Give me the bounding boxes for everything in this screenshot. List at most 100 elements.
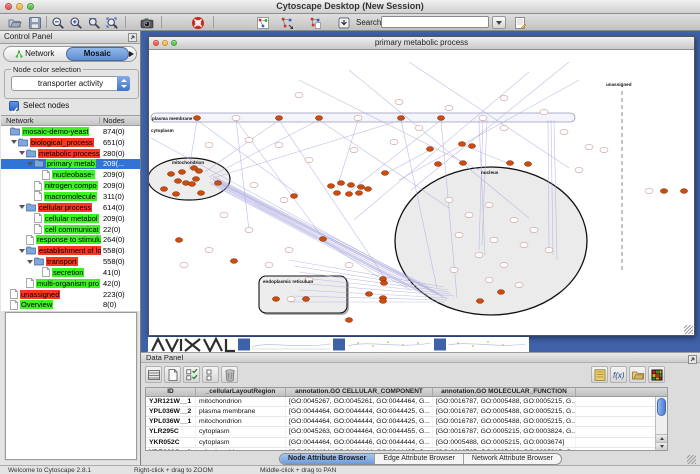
node-selected-orange[interactable] bbox=[214, 181, 221, 186]
tree-row-establishment-of-lo[interactable]: establishment of lo558(0) bbox=[1, 245, 140, 256]
table-row-ydr039c-1[interactable]: YDR039C__1mitochondrion[GO:0044464, GO:0… bbox=[146, 448, 655, 450]
node-selected-orange[interactable] bbox=[365, 292, 372, 297]
node-selected-orange[interactable] bbox=[290, 194, 297, 199]
node[interactable] bbox=[305, 157, 313, 162]
node[interactable] bbox=[390, 139, 398, 144]
tab-edge-attribute-browser[interactable]: Edge Attribute Browser bbox=[375, 454, 464, 464]
node[interactable] bbox=[275, 142, 283, 147]
tab-network-attribute-browser[interactable]: Network Attribute Browser bbox=[464, 454, 561, 464]
column-header-id[interactable]: ID bbox=[146, 388, 196, 396]
node-selected-orange[interactable] bbox=[345, 318, 352, 323]
node-selected-orange[interactable] bbox=[167, 172, 174, 177]
tree-row-metabolic-process[interactable]: metabolic process280(0) bbox=[1, 148, 140, 159]
birds-eye-view[interactable] bbox=[5, 312, 137, 460]
node[interactable] bbox=[220, 212, 228, 217]
table-row-ykr052c[interactable]: YKR052Ccytoplasm[GO:0044464, GO:0044446,… bbox=[146, 438, 655, 448]
node-color-dropdown[interactable]: transporter activity bbox=[11, 76, 130, 91]
tab-network[interactable]: Network bbox=[4, 47, 66, 61]
node-selected-orange[interactable] bbox=[434, 162, 441, 167]
node-selected-orange[interactable] bbox=[459, 161, 466, 166]
formula-builder-button[interactable]: f(x) bbox=[610, 366, 627, 383]
annotation-button[interactable] bbox=[512, 15, 528, 30]
column-header-cellularlayoutregion[interactable]: _cellularLayoutRegion bbox=[196, 388, 286, 396]
node-selected-orange[interactable] bbox=[379, 299, 386, 304]
zoom-fit-button[interactable] bbox=[104, 15, 120, 30]
tab-mosaic[interactable]: Mosaic bbox=[66, 47, 130, 61]
tab-node-attribute-browser[interactable]: Node Attribute Browser bbox=[280, 454, 375, 464]
node[interactable] bbox=[445, 197, 453, 202]
table-row-ylr295c[interactable]: YLR295Ccytoplasm[GO:0045263, GO:0044464,… bbox=[146, 427, 655, 437]
node[interactable] bbox=[515, 282, 523, 287]
frame-zoom-button[interactable] bbox=[171, 40, 177, 46]
node[interactable] bbox=[280, 197, 288, 202]
node[interactable] bbox=[500, 95, 508, 100]
tree-row-unassigned[interactable]: unassigned223(0) bbox=[1, 289, 140, 300]
vizmapper-button[interactable] bbox=[255, 15, 271, 30]
tree-row-macromolecule[interactable]: macromolecule311(0) bbox=[1, 191, 140, 202]
node-selected-orange[interactable] bbox=[381, 171, 388, 176]
zoom-window-button[interactable] bbox=[27, 3, 34, 10]
node[interactable] bbox=[575, 167, 583, 172]
node[interactable] bbox=[520, 242, 528, 247]
node-selected-orange[interactable] bbox=[347, 183, 354, 188]
node-selected-orange[interactable] bbox=[230, 259, 237, 264]
node-selected-orange[interactable] bbox=[476, 299, 483, 304]
disclosure-triangle-icon[interactable] bbox=[11, 140, 17, 144]
node-selected-orange[interactable] bbox=[188, 182, 195, 187]
node[interactable] bbox=[500, 125, 508, 130]
node[interactable] bbox=[560, 129, 568, 134]
node-selected-orange[interactable] bbox=[468, 144, 475, 149]
node[interactable] bbox=[395, 99, 403, 104]
column-network[interactable]: Network bbox=[1, 116, 34, 125]
node[interactable] bbox=[490, 237, 498, 242]
node[interactable] bbox=[455, 232, 463, 237]
node[interactable] bbox=[545, 247, 553, 252]
node-selected-orange[interactable] bbox=[174, 179, 181, 184]
tree-row-secretion[interactable]: secretion41(0) bbox=[1, 267, 140, 278]
node-selected-orange[interactable] bbox=[426, 147, 433, 152]
node-selected-orange[interactable] bbox=[357, 185, 364, 190]
modify-network-button[interactable] bbox=[279, 15, 295, 30]
column-header-annotation-go-cellular-component[interactable]: annotation.GO CELLULAR_COMPONENT bbox=[286, 388, 433, 396]
node[interactable] bbox=[287, 296, 295, 301]
snapshot-button[interactable] bbox=[139, 15, 155, 30]
attribute-table-button[interactable] bbox=[145, 366, 162, 383]
search-input[interactable] bbox=[381, 16, 489, 28]
minimize-button[interactable] bbox=[16, 3, 23, 10]
column-divider[interactable] bbox=[99, 117, 100, 124]
node-selected-orange[interactable] bbox=[160, 187, 167, 192]
node-selected-orange[interactable] bbox=[506, 161, 513, 166]
tree-row-cellular-metabol[interactable]: cellular metabol209(0) bbox=[1, 213, 140, 224]
open-attribute-file-button[interactable] bbox=[629, 366, 646, 383]
save-session-button[interactable] bbox=[27, 15, 43, 30]
matrix-view-button[interactable] bbox=[648, 366, 665, 383]
tab-overflow-arrow[interactable] bbox=[129, 51, 134, 57]
node-selected-orange[interactable] bbox=[355, 191, 362, 196]
import-attributes-button[interactable] bbox=[591, 366, 608, 383]
node-selected-orange[interactable] bbox=[272, 297, 279, 302]
node[interactable] bbox=[295, 92, 303, 97]
node[interactable] bbox=[245, 137, 253, 142]
open-network-button[interactable] bbox=[7, 15, 23, 30]
node[interactable] bbox=[265, 262, 273, 267]
node-selected-orange[interactable] bbox=[364, 187, 371, 192]
frame-close-button[interactable] bbox=[153, 40, 159, 46]
close-button[interactable] bbox=[5, 3, 12, 10]
node[interactable] bbox=[232, 115, 240, 120]
network-frame-titlebar[interactable]: primary metabolic process bbox=[149, 37, 694, 50]
node-selected-orange[interactable] bbox=[193, 116, 200, 121]
tree-row-primary-metab[interactable]: primary metab209(... bbox=[1, 159, 140, 170]
help-button[interactable] bbox=[190, 15, 206, 30]
node-selected-orange[interactable] bbox=[302, 297, 309, 302]
tree-row-multi-organism-pro[interactable]: multi-organism pro42(0) bbox=[1, 278, 140, 289]
disclosure-triangle-icon[interactable] bbox=[19, 151, 25, 155]
node[interactable] bbox=[415, 125, 423, 130]
tree-row-nitrogen-compo[interactable]: nitrogen compo209(0) bbox=[1, 180, 140, 191]
node[interactable] bbox=[510, 217, 518, 222]
node-selected-orange[interactable] bbox=[397, 116, 404, 121]
window-resize-grip[interactable] bbox=[687, 455, 696, 464]
node[interactable] bbox=[540, 109, 548, 114]
scroll-down-button[interactable] bbox=[656, 442, 667, 450]
node-selected-orange[interactable] bbox=[437, 116, 444, 121]
column-header-annotation-go-molecular-function[interactable]: annotation.GO MOLECULAR_FUNCTION bbox=[433, 388, 576, 396]
